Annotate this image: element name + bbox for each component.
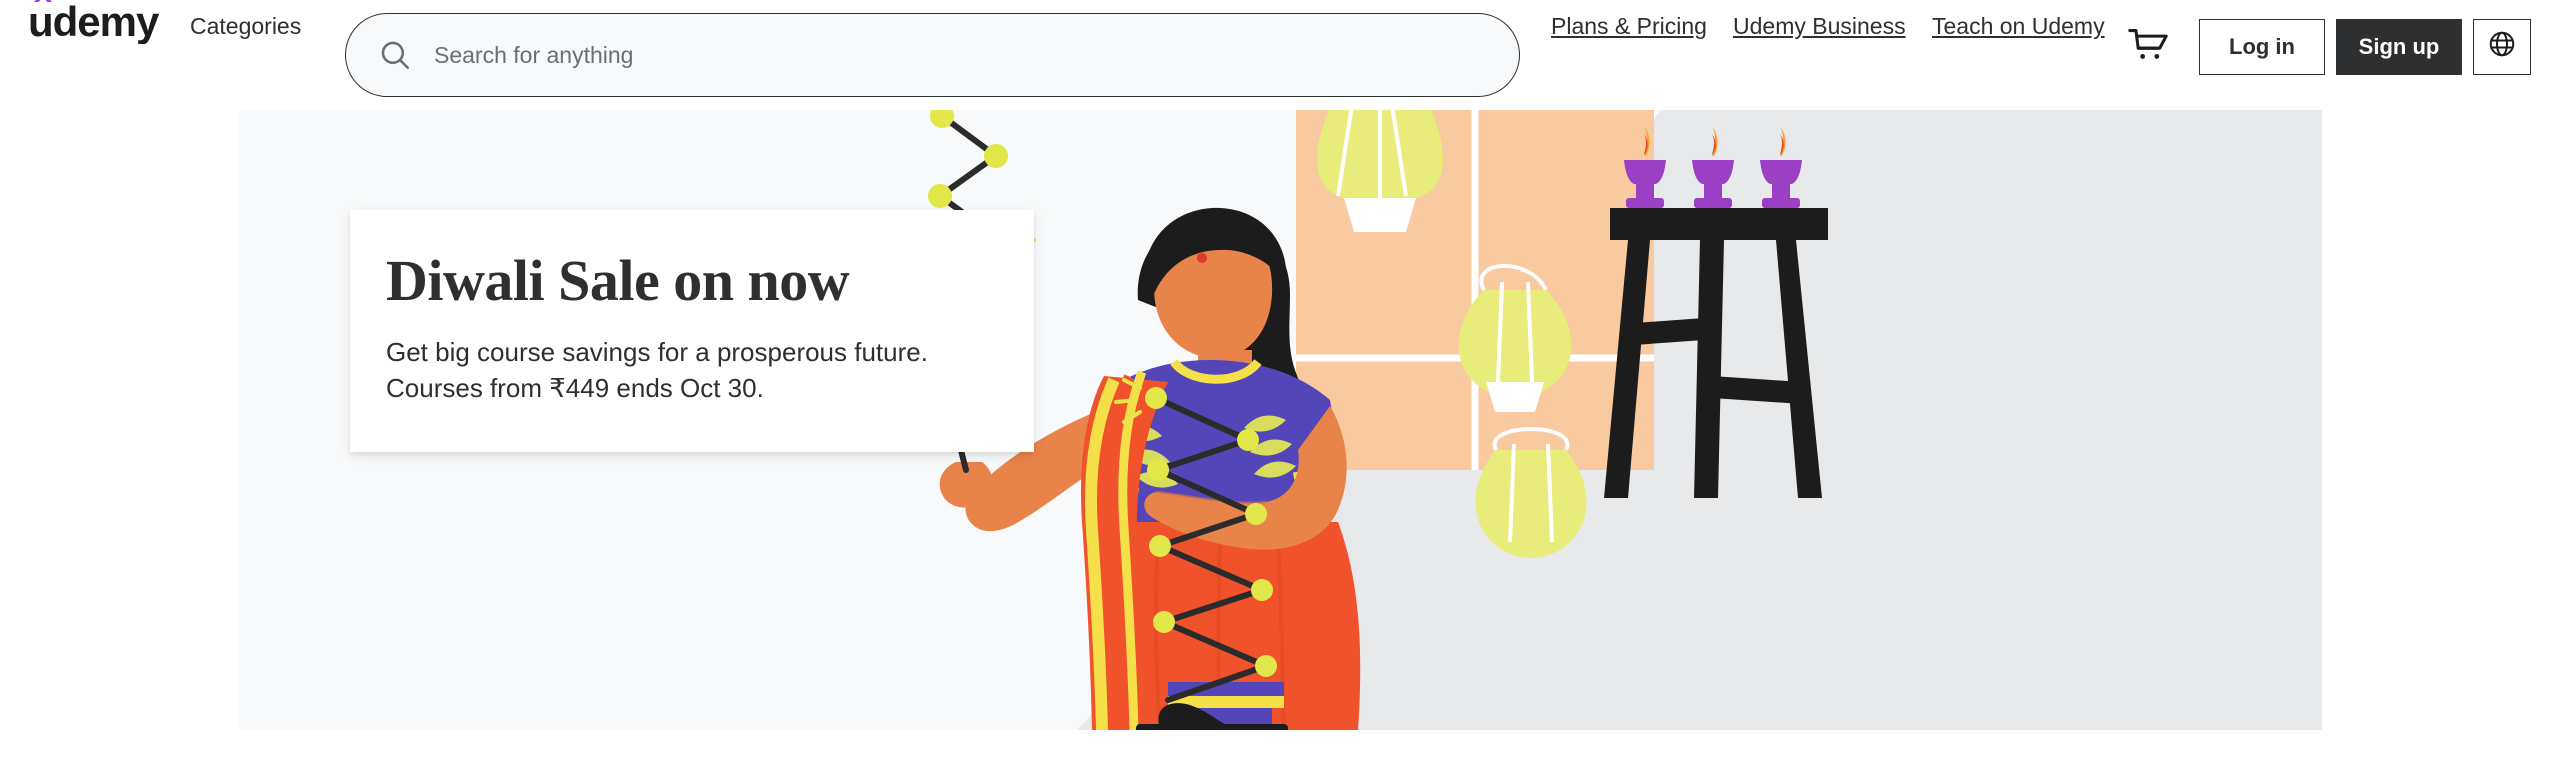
stool-seat	[1610, 208, 1828, 240]
nav-link-teach-on-udemy[interactable]: Teach on Udemy	[1932, 12, 2105, 40]
diya	[1692, 126, 1734, 208]
hero-subtitle-line-1: Get big course savings for a prosperous …	[386, 337, 928, 367]
signup-button-label: Sign up	[2358, 34, 2440, 59]
hero-promo-card: Diwali Sale on now Get big course saving…	[350, 210, 1034, 452]
signup-button[interactable]: Sign up	[2336, 19, 2462, 75]
login-button[interactable]: Log in	[2199, 19, 2325, 75]
search-bar[interactable]	[345, 13, 1520, 97]
search-input[interactable]	[434, 41, 1334, 69]
language-selector-button[interactable]	[2473, 19, 2531, 75]
svg-text:udemy: udemy	[28, 0, 160, 44]
diwali-woman-string-lights-illustration	[838, 110, 2322, 730]
udemy-logo[interactable]: udemy	[22, 0, 172, 44]
nav-link-udemy-business[interactable]: Udemy Business	[1733, 12, 1906, 40]
login-button-label: Log in	[2229, 34, 2295, 59]
site-header: udemy Categories Plans & Pricing Udemy B…	[0, 0, 2560, 110]
hero-banner: Diwali Sale on now Get big course saving…	[238, 110, 2322, 730]
diya	[1760, 126, 1802, 208]
window-with-lanterns	[1296, 110, 1654, 558]
shopping-cart-icon[interactable]	[2125, 20, 2171, 66]
hero-subtitle-line-2: Courses from ₹449 ends Oct 30.	[386, 373, 764, 403]
globe-icon	[2487, 29, 2517, 65]
hero-subtitle: Get big course savings for a prosperous …	[386, 334, 998, 406]
search-icon	[378, 38, 412, 72]
hero-title: Diwali Sale on now	[386, 248, 850, 313]
nav-categories-label: Categories	[190, 13, 302, 39]
nav-link-plans-pricing[interactable]: Plans & Pricing	[1551, 12, 1707, 40]
nav-categories[interactable]: Categories	[190, 12, 301, 40]
